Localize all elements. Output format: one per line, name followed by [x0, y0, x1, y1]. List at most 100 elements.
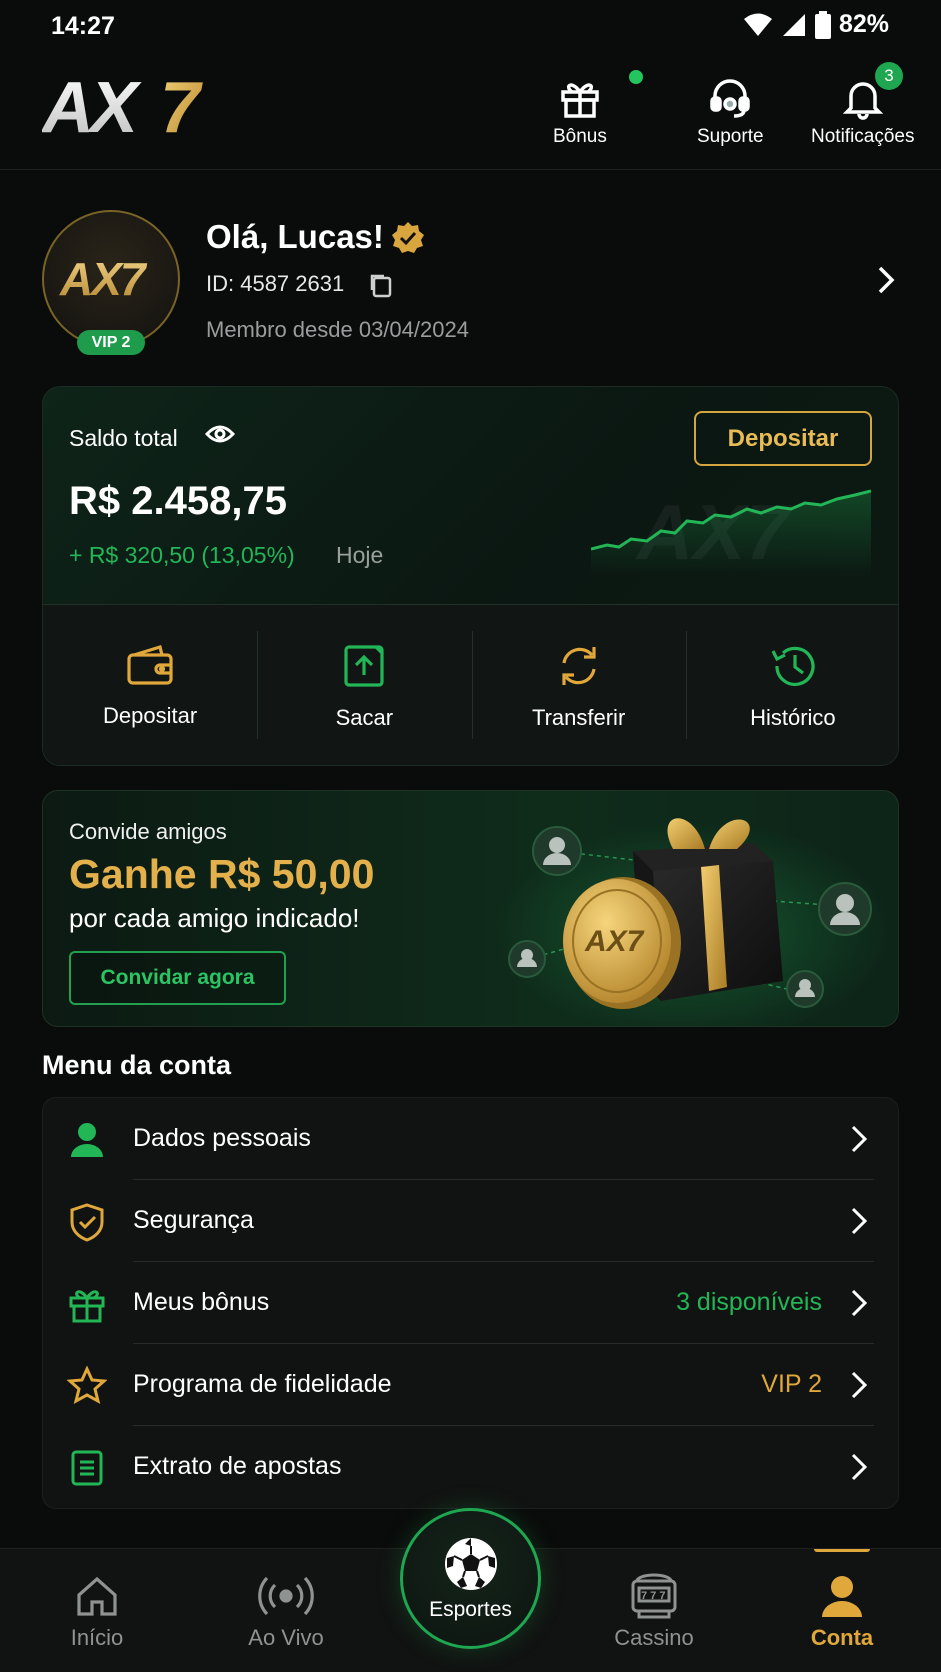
quick-action-deposit[interactable]: Depositar [43, 605, 257, 765]
svg-text:7: 7 [160, 72, 203, 142]
home-icon [77, 1576, 117, 1616]
withdraw-icon [344, 645, 384, 687]
verified-icon [392, 222, 424, 253]
quick-action-history-label: Histórico [750, 705, 836, 730]
referral-banner[interactable]: Convide amigos Ganhe R$ 50,00 por cada a… [42, 790, 899, 1027]
deposit-button[interactable]: Depositar [694, 411, 872, 466]
wallet-icon [127, 644, 173, 685]
avatar-text: AX7 [59, 253, 148, 305]
menu-item-label: Extrato de apostas [133, 1452, 342, 1480]
svg-text:AX: AX [42, 72, 142, 142]
invite-button[interactable]: Convidar agora [69, 951, 286, 1005]
avatar[interactable]: AX7 [42, 210, 180, 348]
referral-subtitle: Convide amigos [69, 819, 227, 844]
nav-label: Início [70, 1625, 124, 1650]
gift-icon [67, 1284, 107, 1324]
gift-icon [561, 83, 599, 118]
menu-item-personal-data[interactable]: Dados pessoais [43, 1098, 900, 1180]
bonus-dot-badge [629, 70, 643, 84]
balance-change: + R$ 320,50 (13,05%) [69, 542, 295, 568]
account-menu: Dados pessoais Segurança Meus bônus 3 di… [42, 1097, 899, 1509]
quick-action-history[interactable]: Histórico [685, 605, 898, 765]
balance-sparkline: AX7 [591, 488, 871, 577]
app-logo[interactable]: AX 7 [40, 68, 232, 148]
copy-icon[interactable] [368, 272, 394, 298]
menu-item-label: Dados pessoais [133, 1124, 311, 1152]
nav-item-live[interactable]: Ao Vivo [196, 1549, 376, 1672]
document-icon [67, 1448, 107, 1488]
active-indicator [814, 1549, 870, 1552]
menu-item-loyalty-program[interactable]: Programa de fidelidade VIP 2 [43, 1344, 900, 1426]
status-icons: 82% [743, 10, 889, 39]
menu-item-bet-statement[interactable]: Extrato de apostas [43, 1426, 900, 1508]
status-time: 14:27 [51, 12, 115, 40]
balance-amount: R$ 2.458,75 [69, 479, 287, 523]
battery-icon [814, 10, 831, 39]
quick-action-transfer[interactable]: Transferir [471, 605, 686, 765]
available-bonus-count: 3 disponíveis [676, 1288, 822, 1316]
nav-item-casino[interactable]: 7 7 7 Cassino [564, 1549, 744, 1672]
chevron-right-icon [851, 1453, 868, 1481]
nav-item-sports[interactable]: Esportes [400, 1508, 541, 1649]
support-action[interactable]: Suporte [697, 76, 764, 148]
balance-label: Saldo total [69, 425, 178, 451]
quick-action-deposit-label: Depositar [103, 703, 198, 728]
nav-label: Cassino [614, 1625, 694, 1650]
menu-item-label: Segurança [133, 1206, 254, 1234]
quick-action-withdraw[interactable]: Sacar [257, 605, 471, 765]
coin-text: AX7 [584, 925, 645, 958]
menu-item-security[interactable]: Segurança [43, 1180, 900, 1262]
account-menu-title: Menu da conta [42, 1050, 232, 1080]
balance-card: Saldo total Depositar R$ 2.458,75 + R$ 3… [42, 386, 899, 766]
eye-icon[interactable] [205, 423, 235, 445]
chevron-right-icon [851, 1289, 868, 1317]
soccer-ball-icon [444, 1537, 497, 1590]
live-icon [258, 1576, 314, 1616]
profile-section[interactable]: AX7 VIP 2 Olá, Lucas! ID: 4587 2631 Memb… [0, 200, 941, 360]
nav-item-home[interactable]: Início [7, 1549, 187, 1672]
shield-check-icon [67, 1202, 107, 1242]
menu-item-label: Programa de fidelidade [133, 1370, 392, 1398]
nav-item-account[interactable]: Conta [752, 1549, 932, 1672]
top-header: AX 7 Bônus Suporte 3 Notificações [0, 52, 941, 170]
vip-badge: VIP 2 [77, 330, 145, 355]
chevron-right-icon [851, 1125, 868, 1153]
greeting: Olá, Lucas! [206, 218, 384, 255]
bonus-action[interactable]: Bônus [553, 70, 643, 148]
referral-title: Ganhe R$ 50,00 [69, 851, 375, 897]
menu-item-label: Meus bônus [133, 1288, 270, 1316]
user-icon [822, 1576, 862, 1617]
status-bar: 14:27 82% [0, 0, 941, 52]
slot-machine-icon: 7 7 7 [631, 1573, 677, 1619]
loyalty-level: VIP 2 [761, 1370, 822, 1398]
member-since: Membro desde 03/04/2024 [206, 317, 469, 342]
transfer-icon [562, 647, 596, 685]
notifications-action[interactable]: 3 Notificações [811, 62, 915, 148]
chevron-right-icon[interactable] [874, 265, 898, 295]
bonus-label: Bônus [553, 126, 607, 147]
support-label: Suporte [697, 126, 764, 147]
quick-action-transfer-label: Transferir [531, 705, 626, 730]
gift-coin-illustration: AX7 [493, 818, 893, 1026]
menu-item-my-bonus[interactable]: Meus bônus 3 disponíveis [43, 1262, 900, 1344]
wifi-icon [743, 13, 772, 36]
battery-percent: 82% [838, 10, 889, 38]
notifications-count-badge: 3 [875, 62, 903, 90]
nav-label: Conta [810, 1625, 874, 1650]
user-id: ID: 4587 2631 [206, 271, 345, 296]
signal-icon [782, 13, 805, 36]
balance-summary: Saldo total Depositar R$ 2.458,75 + R$ 3… [43, 387, 898, 605]
svg-text:7 7 7: 7 7 7 [641, 1590, 665, 1602]
quick-action-withdraw-label: Sacar [335, 705, 394, 730]
referral-description: por cada amigo indicado! [69, 903, 360, 933]
notifications-label: Notificações [811, 126, 915, 147]
quick-actions: Depositar Sacar Transferir Histórico [43, 605, 898, 765]
chevron-right-icon [851, 1371, 868, 1399]
chevron-right-icon [851, 1207, 868, 1235]
nav-label: Esportes [429, 1597, 512, 1621]
nav-label: Ao Vivo [248, 1625, 324, 1650]
history-icon [771, 646, 815, 687]
star-icon [67, 1366, 107, 1406]
user-icon [67, 1120, 107, 1160]
balance-period: Hoje [336, 542, 384, 568]
